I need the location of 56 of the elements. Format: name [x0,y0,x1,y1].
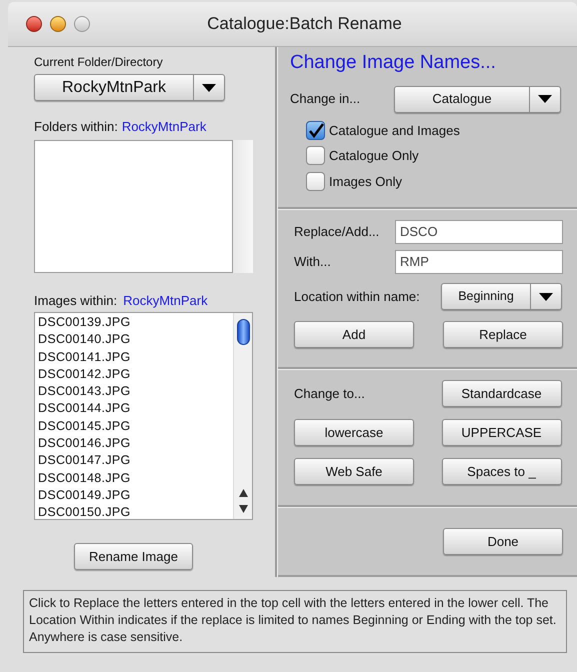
case-button[interactable]: Web Safe [294,458,414,485]
image-file-item[interactable]: DSC00146.JPG [38,435,234,452]
image-file-item[interactable]: DSC00149.JPG [38,486,234,504]
case-button[interactable]: lowercase [294,419,414,446]
scroll-down-icon[interactable] [238,505,248,513]
dropdown-arrow-icon [539,292,553,300]
help-text: Click to Replace the letters entered in the top cell with the letters entered in the lower cell. The Location Within indicates if the replace is limited to names Beginning or Ending with the top set. Anywhere is case sensitive. [29,595,558,646]
dropdown-arrow-icon [538,95,552,103]
folder-name: RockyMtnPark [123,292,208,310]
field-label: Current Folder/Directory [34,54,164,71]
checkbox-label: Catalogue and Images [329,122,460,140]
image-file-item[interactable]: DSC00145.JPG [38,418,234,436]
checkbox[interactable] [306,172,325,191]
field-label: Images within: [34,292,118,310]
image-file-item[interactable]: DSC00144.JPG [38,400,234,418]
image-file-item[interactable]: DSC00143.JPG [38,383,234,400]
folder-list[interactable] [34,140,233,272]
checkbox-label: Catalogue Only [329,147,419,165]
replace-field[interactable]: DSCO [395,220,563,244]
image-file-item[interactable]: DSC00148.JPG [38,470,234,487]
section-heading: Change Image Names... [290,51,497,75]
field-label: Replace/Add... [294,223,380,242]
add-button[interactable]: Add [294,321,414,348]
image-file-item[interactable]: DSC00147.JPG [38,452,234,470]
checkbox-label: Images Only [329,172,402,191]
dropdown[interactable]: Catalogue [394,86,561,112]
image-file-item[interactable]: DSC00141.JPG [38,348,234,366]
folder-name: RockyMtnPark [122,118,206,136]
dropdown-arrow-icon [202,84,216,92]
field-label: Change to... [294,384,366,403]
done-button[interactable]: Done [443,528,563,555]
field-label: With... [294,253,332,272]
close-icon[interactable] [26,16,42,32]
field-label: Change in... [290,90,362,108]
with-field[interactable]: RMP [395,250,563,274]
case-button[interactable]: UPPERCASE [442,419,562,446]
image-file-item[interactable]: DSC00142.JPG [38,366,234,384]
case-button[interactable]: Standardcase [442,380,562,407]
dropdown[interactable]: Beginning [441,283,562,310]
field-label: Folders within: [34,118,118,136]
rename-image-button[interactable]: Rename Image [74,543,193,570]
image-file-item[interactable]: DSC00150.JPG [38,504,234,522]
minimize-icon[interactable] [50,16,66,32]
checkmark-icon [308,122,324,138]
case-button[interactable]: Spaces to _ [442,458,562,485]
checkbox[interactable] [306,120,325,140]
scroll-thumb[interactable] [236,319,250,345]
replace-button[interactable]: Replace [443,321,563,348]
scroll-up-icon[interactable] [238,489,248,497]
image-file-item[interactable]: DSC00140.JPG [38,331,234,349]
image-file-item[interactable]: DSC00139.JPG [38,314,234,332]
field-label: Location within name: [294,288,421,306]
window-title: Catalogue:Batch Rename [206,13,403,36]
dropdown[interactable]: RockyMtnPark [34,74,225,101]
scrollbar[interactable] [233,313,252,519]
checkbox[interactable] [306,146,325,166]
